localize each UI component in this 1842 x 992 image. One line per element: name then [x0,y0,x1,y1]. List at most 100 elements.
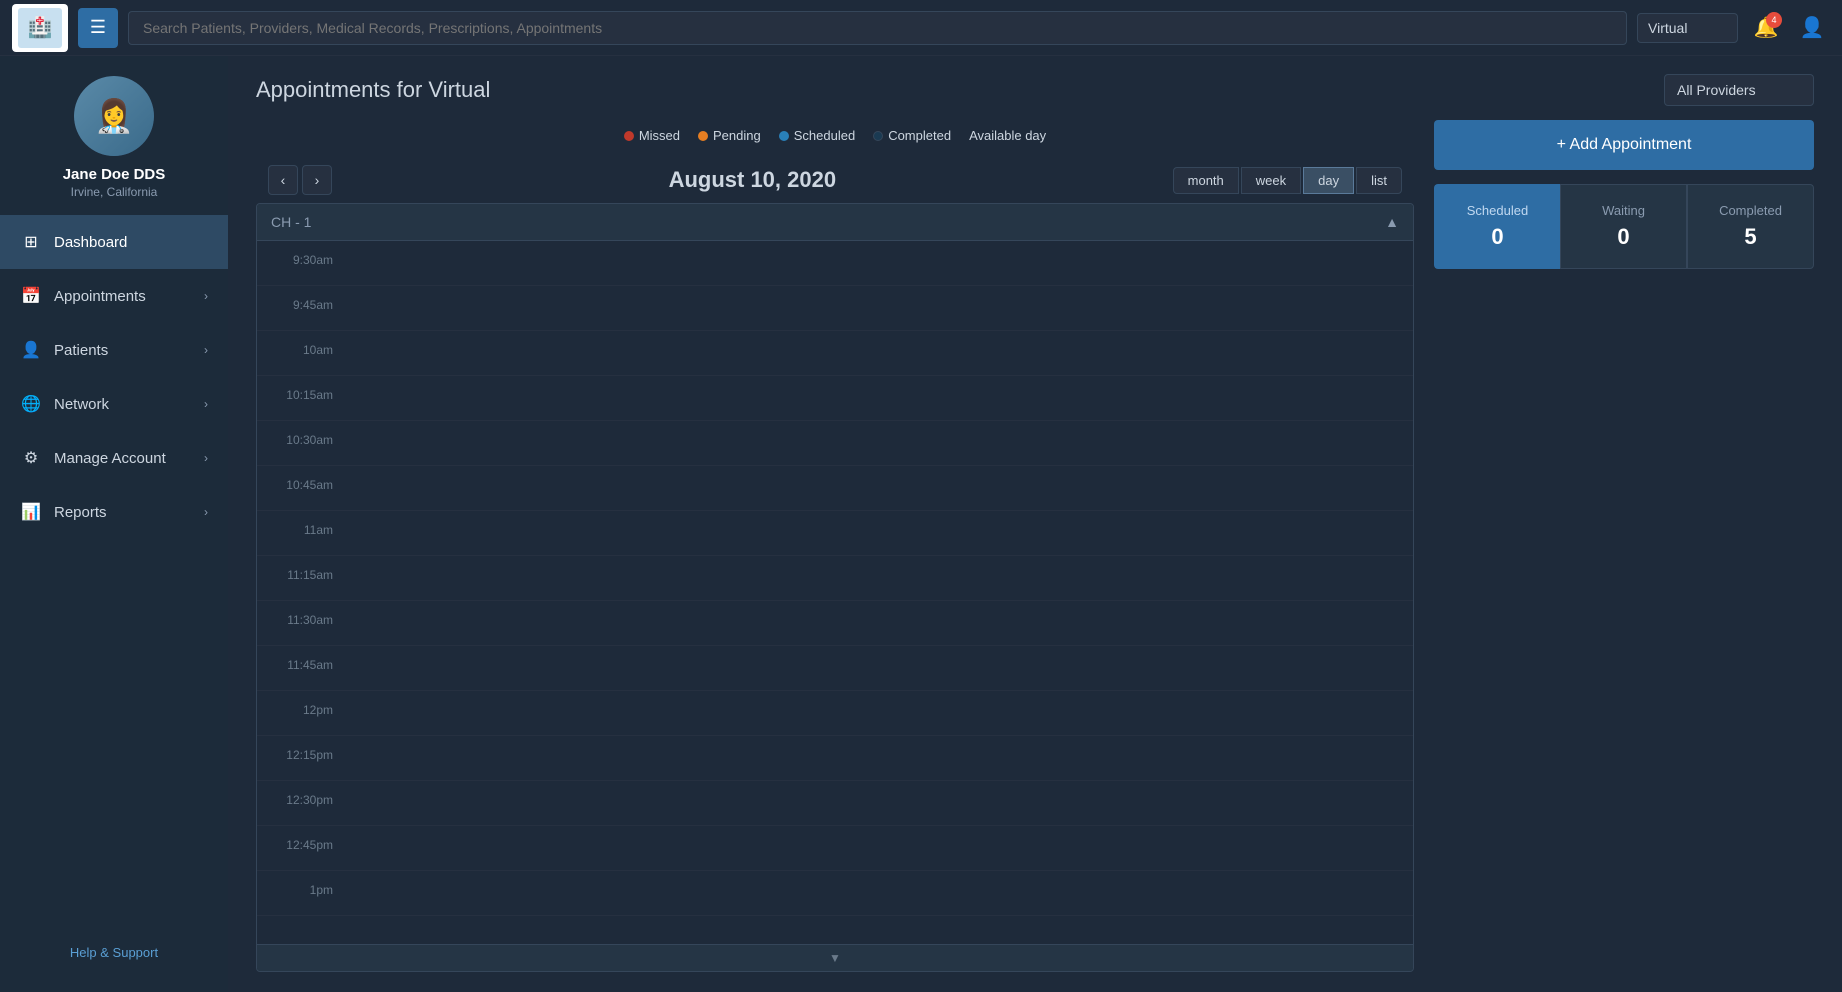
time-row: 9:45am [257,286,1413,331]
sidebar-item-label: Manage Account [54,450,166,467]
time-slot[interactable] [347,736,1413,780]
main-layout: 👩‍⚕️ Jane Doe DDS Irvine, California ⊞ D… [0,56,1842,992]
providers-select[interactable]: All Providers [1664,74,1814,106]
time-row: 1pm [257,871,1413,916]
completed-label: Completed [888,128,951,143]
waiting-stat-card[interactable]: Waiting 0 [1560,184,1687,269]
scroll-up-icon[interactable]: ▲ [1385,214,1399,230]
prev-button[interactable]: ‹ [268,165,298,195]
avatar-image: 👩‍⚕️ [74,76,154,156]
calendar-date: August 10, 2020 [669,167,837,193]
time-slot[interactable] [347,556,1413,600]
pending-dot [698,131,708,141]
manage-account-icon: ⚙ [20,447,42,469]
chevron-icon: › [204,451,208,465]
sidebar-item-label: Reports [54,504,107,521]
patients-icon: 👤 [20,339,42,361]
time-row: 12:15pm [257,736,1413,781]
add-appointment-button[interactable]: + Add Appointment [1434,120,1814,170]
next-button[interactable]: › [302,165,332,195]
waiting-stat-label: Waiting [1571,203,1676,218]
legend-missed: Missed [624,128,680,143]
scroll-down-icon[interactable]: ▼ [829,951,841,965]
view-buttons: month week day list [1173,167,1402,194]
hamburger-button[interactable]: ☰ [78,8,118,48]
sidebar-help: Help & Support [0,934,228,972]
stats-row: Scheduled 0 Waiting 0 Completed 5 [1434,184,1814,269]
page-header: Appointments for Virtual All Providers [228,56,1842,120]
scroll-down-control[interactable]: ▼ [257,944,1413,971]
week-view-button[interactable]: week [1241,167,1301,194]
notification-badge: 4 [1766,12,1782,28]
legend-pending: Pending [698,128,761,143]
time-slot[interactable] [347,286,1413,330]
time-label: 9:30am [257,241,347,267]
virtual-select[interactable]: Virtual In-Person [1637,13,1738,43]
logo: 🏥 [12,4,68,52]
time-slot[interactable] [347,646,1413,690]
available-label: Available day [969,128,1046,143]
time-label: 11am [257,511,347,537]
list-view-button[interactable]: list [1356,167,1402,194]
search-input[interactable] [128,11,1627,45]
time-slot[interactable] [347,421,1413,465]
profile-name: Jane Doe DDS [63,166,166,183]
time-slot[interactable] [347,376,1413,420]
sidebar-item-patients[interactable]: 👤 Patients › [0,323,228,377]
scheduled-stat-card[interactable]: Scheduled 0 [1434,184,1560,269]
time-row: 11:45am [257,646,1413,691]
dashboard-icon: ⊞ [20,231,42,253]
nav-arrows: ‹ › [268,165,332,195]
page-title: Appointments for Virtual [256,77,490,103]
time-slot[interactable] [347,826,1413,870]
sidebar-item-network[interactable]: 🌐 Network › [0,377,228,431]
time-row: 11:30am [257,601,1413,646]
time-label: 10:15am [257,376,347,402]
chevron-icon: › [204,505,208,519]
chevron-icon: › [204,397,208,411]
pending-label: Pending [713,128,761,143]
time-slot[interactable] [347,466,1413,510]
time-slot[interactable] [347,781,1413,825]
time-label: 12:30pm [257,781,347,807]
user-avatar-button[interactable]: 👤 [1794,10,1830,46]
avatar: 👩‍⚕️ [74,76,154,156]
calendar-grid-header: CH - 1 ▲ [257,204,1413,241]
sidebar-item-dashboard[interactable]: ⊞ Dashboard [0,215,228,269]
sidebar-item-appointments[interactable]: 📅 Appointments › [0,269,228,323]
notifications-button[interactable]: 🔔 4 [1748,10,1784,46]
time-label: 12:15pm [257,736,347,762]
time-row: 12:30pm [257,781,1413,826]
calendar-scroll[interactable]: 9:30am 9:45am 10am 10:15am [257,241,1413,944]
sidebar-item-label: Dashboard [54,234,127,251]
content-area: Appointments for Virtual All Providers M… [228,56,1842,992]
month-view-button[interactable]: month [1173,167,1239,194]
scheduled-dot [779,131,789,141]
sidebar-item-reports[interactable]: 📊 Reports › [0,485,228,539]
time-row: 12pm [257,691,1413,736]
sidebar-item-manage-account[interactable]: ⚙ Manage Account › [0,431,228,485]
chevron-icon: › [204,343,208,357]
missed-dot [624,131,634,141]
calendar-section: Missed Pending Scheduled Completed [228,120,1842,992]
time-row: 10:30am [257,421,1413,466]
time-slot[interactable] [347,691,1413,735]
time-slot[interactable] [347,601,1413,645]
time-label: 10:45am [257,466,347,492]
legend-scheduled: Scheduled [779,128,855,143]
time-label: 10am [257,331,347,357]
sidebar-item-label: Patients [54,342,108,359]
scheduled-label: Scheduled [794,128,855,143]
time-slot[interactable] [347,511,1413,555]
time-label: 9:45am [257,286,347,312]
time-row: 10:45am [257,466,1413,511]
time-slot[interactable] [347,871,1413,915]
time-slot[interactable] [347,331,1413,375]
hamburger-icon: ☰ [90,17,106,38]
providers-select-wrapper: All Providers [1664,74,1814,106]
sidebar-profile: 👩‍⚕️ Jane Doe DDS Irvine, California [0,56,228,215]
help-support-link[interactable]: Help & Support [70,945,158,960]
completed-stat-card[interactable]: Completed 5 [1687,184,1814,269]
time-slot[interactable] [347,241,1413,285]
day-view-button[interactable]: day [1303,167,1354,194]
